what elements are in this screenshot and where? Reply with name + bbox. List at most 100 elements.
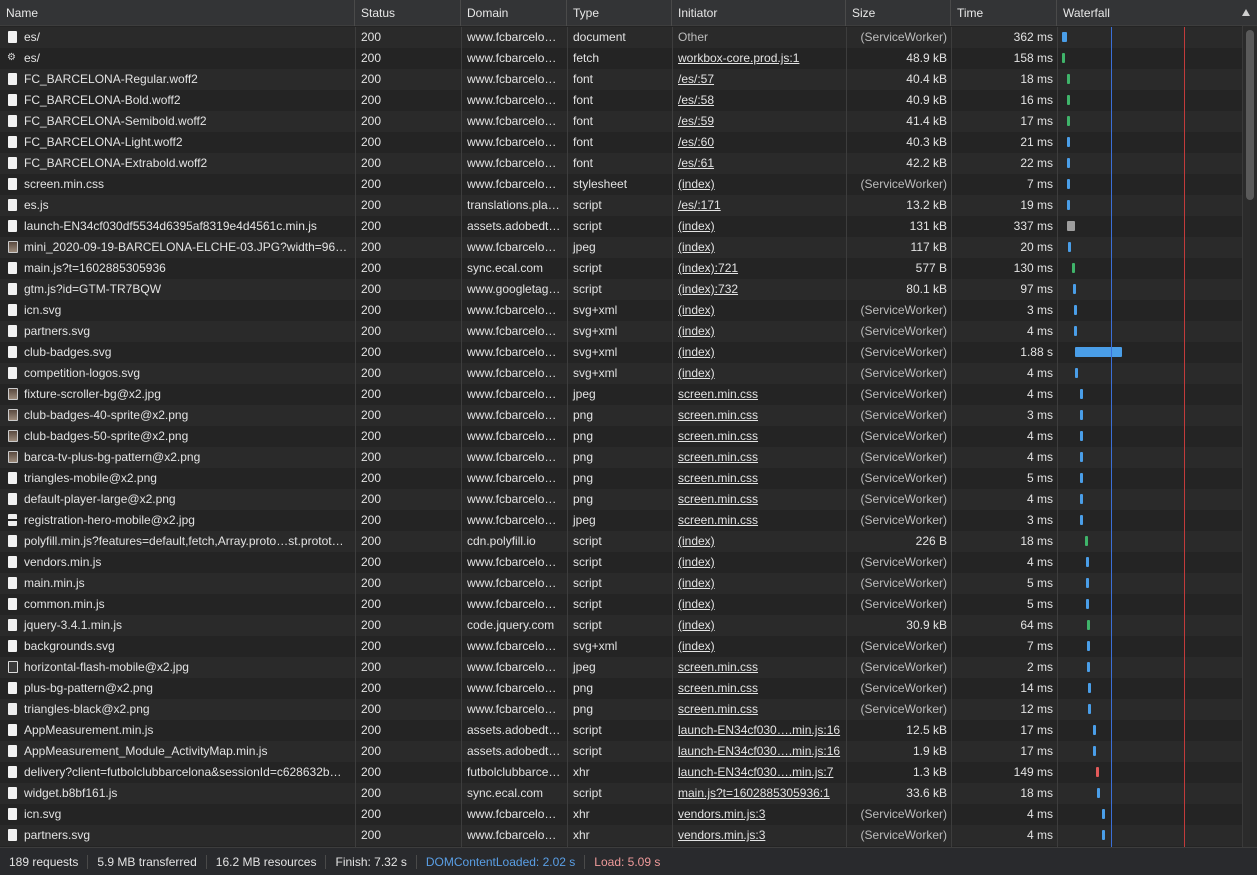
initiator-cell[interactable]: screen.min.css [672,468,846,489]
table-row[interactable]: backgrounds.svg 200 www.fcbarcelo… svg+xml (… [0,636,1242,657]
waterfall-bar[interactable] [1067,242,1071,252]
column-header-size[interactable]: Size [846,0,951,26]
initiator-text[interactable]: screen.min.css [678,492,758,506]
initiator-cell[interactable]: /es/:59 [672,111,846,132]
initiator-cell[interactable]: (index) [672,573,846,594]
initiator-cell[interactable]: launch-EN34cf030….min.js:16 [672,720,846,741]
initiator-text[interactable]: (index):721 [678,261,738,275]
waterfall-bar[interactable] [1072,284,1076,294]
table-row[interactable]: FC_BARCELONA-Regular.woff2 200 www.fcbarce… [0,69,1242,90]
waterfall-bar[interactable] [1080,515,1084,525]
initiator-text[interactable]: (index) [678,177,715,191]
waterfall-bar[interactable] [1073,305,1077,315]
initiator-text[interactable]: screen.min.css [678,471,758,485]
waterfall-bar[interactable] [1087,704,1091,714]
table-row[interactable]: partners.svg 200 www.fcbarcelo… svg+xml (ind… [0,321,1242,342]
table-row[interactable]: launch-EN34cf030df5534d6395af8319e4d4561… [0,216,1242,237]
table-row[interactable]: club-badges-50-sprite@x2.png 200 www.fcbar… [0,426,1242,447]
waterfall-bar[interactable] [1084,536,1088,546]
column-header-domain[interactable]: Domain [461,0,567,26]
initiator-cell[interactable]: (index) [672,342,846,363]
table-row[interactable]: icn.svg 200 www.fcbarcelo… svg+xml (index) (S… [0,300,1242,321]
table-row[interactable]: delivery?client=futbolclubbarcelona&sess… [0,762,1242,783]
table-row[interactable]: club-badges-40-sprite@x2.png 200 www.fcbar… [0,405,1242,426]
waterfall-bar[interactable] [1080,389,1084,399]
initiator-cell[interactable]: screen.min.css [672,384,846,405]
initiator-cell[interactable]: /es/:58 [672,90,846,111]
table-row[interactable]: AppMeasurement_Module_ActivityMap.min.js… [0,741,1242,762]
initiator-cell[interactable]: vendors.min.js:3 [672,825,846,846]
initiator-cell[interactable]: vendors.min.js:3 [672,804,846,825]
waterfall-bar[interactable] [1080,431,1084,441]
table-row[interactable]: jquery-3.4.1.min.js 200 code.jquery.com scr… [0,615,1242,636]
waterfall-bar[interactable] [1085,557,1089,567]
initiator-text[interactable]: (index) [678,555,715,569]
initiator-text[interactable]: screen.min.css [678,387,758,401]
initiator-text[interactable]: (index):732 [678,282,738,296]
initiator-cell[interactable]: (index) [672,615,846,636]
column-header-waterfall[interactable]: Waterfall [1057,0,1257,26]
initiator-text[interactable]: screen.min.css [678,681,758,695]
initiator-cell[interactable]: (index) [672,216,846,237]
waterfall-bar[interactable] [1096,788,1100,798]
initiator-text[interactable]: /es/:61 [678,156,714,170]
waterfall-bar[interactable] [1066,158,1070,168]
column-header-status[interactable]: Status [355,0,461,26]
waterfall-bar[interactable] [1092,746,1096,756]
waterfall-bar[interactable] [1080,494,1084,504]
initiator-text[interactable]: launch-EN34cf030….min.js:16 [678,744,840,758]
waterfall-bar[interactable] [1085,599,1089,609]
table-row[interactable]: triangles-mobile@x2.png 200 www.fcbarcelo…… [0,468,1242,489]
table-row[interactable]: triangles-black@x2.png 200 www.fcbarcelo… p… [0,699,1242,720]
initiator-text[interactable]: (index) [678,303,715,317]
waterfall-bar[interactable] [1061,32,1067,42]
waterfall-bar[interactable] [1074,368,1078,378]
column-header-time[interactable]: Time [951,0,1057,26]
initiator-text[interactable]: launch-EN34cf030….min.js:16 [678,723,840,737]
waterfall-bar[interactable] [1087,641,1091,651]
sort-ascending-icon[interactable] [1242,9,1250,16]
initiator-text[interactable]: (index) [678,576,715,590]
table-row[interactable]: horizontal-flash-mobile@x2.jpg 200 www.fcb… [0,657,1242,678]
waterfall-bar[interactable] [1067,200,1071,210]
waterfall-bar[interactable] [1085,578,1089,588]
table-row[interactable]: FC_BARCELONA-Semibold.woff2 200 www.fcbarc… [0,111,1242,132]
initiator-cell[interactable]: (index) [672,636,846,657]
initiator-text[interactable]: launch-EN34cf030….min.js:7 [678,765,833,779]
table-row[interactable]: es.js 200 translations.pla… script/es/:171 1… [0,195,1242,216]
table-row[interactable]: club-badges.svg 200 www.fcbarcelo… svg+xml (… [0,342,1242,363]
initiator-cell[interactable]: /es/:61 [672,153,846,174]
waterfall-bar[interactable] [1066,95,1070,105]
table-row[interactable]: screen.min.css 200 www.fcbarcelo… styleshee… [0,174,1242,195]
initiator-text[interactable]: /es/:59 [678,114,714,128]
initiator-text[interactable]: /es/:58 [678,93,714,107]
column-header-name[interactable]: Name [0,0,355,26]
initiator-text[interactable]: /es/:57 [678,72,714,86]
initiator-text[interactable]: (index) [678,366,715,380]
initiator-cell[interactable]: screen.min.css [672,447,846,468]
initiator-cell[interactable]: (index) [672,321,846,342]
initiator-cell[interactable]: screen.min.css [672,678,846,699]
table-row[interactable]: partners.svg 200 www.fcbarcelo… xhr vendors.… [0,825,1242,846]
table-row[interactable]: gtm.js?id=GTM-TR7BQW 200 www.googletag… scr… [0,279,1242,300]
waterfall-bar[interactable] [1067,221,1075,231]
initiator-cell[interactable]: screen.min.css [672,405,846,426]
initiator-text[interactable]: vendors.min.js:3 [678,807,765,821]
table-row[interactable]: FC_BARCELONA-Bold.woff2 200 www.fcbarcelo…… [0,90,1242,111]
waterfall-bar[interactable] [1102,809,1106,819]
table-row[interactable]: mini_2020-09-19-BARCELONA-ELCHE-03.JPG?w… [0,237,1242,258]
initiator-cell[interactable]: (index) [672,363,846,384]
table-row[interactable]: registration-hero-mobile@x2.jpg 200 www.fc… [0,510,1242,531]
initiator-cell[interactable]: (index):721 [672,258,846,279]
column-header-initiator[interactable]: Initiator [672,0,846,26]
initiator-text[interactable]: vendors.min.js:3 [678,828,765,842]
waterfall-bar[interactable] [1066,179,1070,189]
waterfall-bar[interactable] [1087,683,1091,693]
table-row[interactable]: default-player-large@x2.png 200 www.fcbarc… [0,489,1242,510]
initiator-cell[interactable]: /es/:60 [672,132,846,153]
initiator-cell[interactable]: (index) [672,552,846,573]
waterfall-bar[interactable] [1074,326,1078,336]
waterfall-bar[interactable] [1061,53,1065,63]
initiator-text[interactable]: screen.min.css [678,450,758,464]
initiator-text[interactable]: (index) [678,219,715,233]
